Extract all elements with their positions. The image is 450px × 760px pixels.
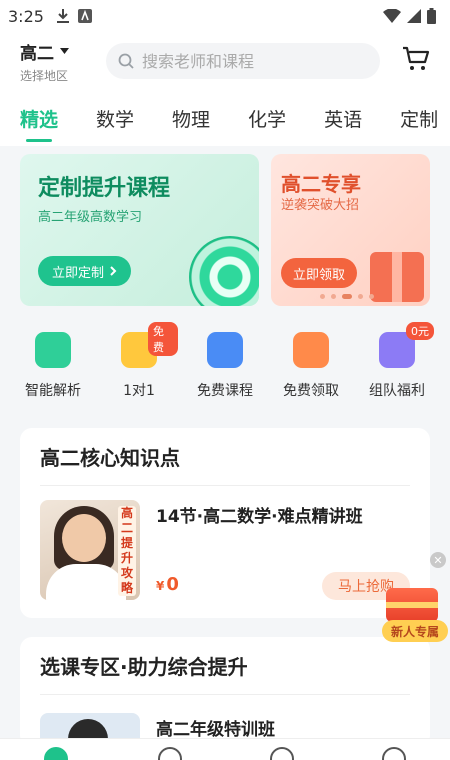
divider [40, 694, 410, 695]
course-title[interactable]: 高二年级特训班 [156, 715, 275, 740]
top-header: 高二 选择地区 [0, 32, 450, 90]
course-nav-icon[interactable] [158, 747, 182, 760]
grade-label: 高二 [20, 43, 54, 64]
study-nav-icon[interactable] [270, 747, 294, 760]
free-badge: 免费 [148, 322, 178, 356]
tab-physics[interactable]: 物理 [172, 105, 210, 132]
course-price: ¥0 [156, 574, 179, 595]
quick-entry-one-on-one[interactable]: 免费 1对1 [100, 322, 178, 400]
quick-entry-smart-analysis[interactable]: 智能解析 [14, 326, 92, 400]
tab-chemistry[interactable]: 化学 [248, 105, 286, 132]
quick-entry-label: 组队福利 [369, 383, 425, 399]
promo-label: 新人专属 [382, 620, 448, 642]
cart-icon [403, 46, 430, 70]
section-title: 选课专区·助力综合提升 [40, 655, 248, 679]
banner-carousel[interactable]: 定制提升课程 高二年级高数学习 立即定制 高二专享 逆袭突破大招 立即领取 [20, 154, 430, 306]
carousel-indicators [320, 294, 374, 299]
download-icon [56, 9, 69, 23]
quick-entry-team-benefits[interactable]: 0元 组队福利 [358, 322, 436, 400]
banner2-subtitle: 逆袭突破大招 [281, 198, 360, 213]
carousel-dot-active [342, 294, 352, 299]
signal-icon [407, 9, 421, 23]
zero-yuan-badge: 0元 [406, 322, 434, 340]
tab-math[interactable]: 数学 [96, 105, 134, 132]
chevron-right-icon [110, 266, 117, 276]
divider [40, 485, 410, 486]
search-bar[interactable] [106, 43, 380, 79]
caret-down-icon [60, 48, 69, 54]
quick-entry-grid: 智能解析 免费 1对1 免费课程 免费领取 0元 组队福利 [0, 322, 450, 400]
status-bar: 3:25 [0, 0, 450, 32]
profile-nav-icon[interactable] [382, 747, 406, 760]
quick-entry-label: 智能解析 [25, 383, 81, 399]
wifi-icon [383, 9, 401, 23]
grade-exclusive-banner[interactable]: 高二专享 逆袭突破大招 立即领取 [271, 154, 430, 306]
smart-analysis-icon [35, 332, 71, 368]
battery-icon [427, 8, 436, 24]
course-selection-section: 选课专区·助力综合提升 高二年级特训班 [20, 637, 430, 759]
course-title: 14节·高二数学·难点精讲班 [156, 507, 363, 527]
quick-entry-label: 免费领取 [283, 383, 339, 399]
customize-now-label: 立即定制 [52, 265, 105, 281]
app-notification-icon [77, 9, 92, 23]
banner2-title: 高二专享 [281, 172, 361, 196]
region-selector[interactable]: 高二 选择地区 [20, 39, 100, 84]
carousel-dot [358, 294, 363, 299]
carousel-dot [320, 294, 325, 299]
customize-now-button[interactable]: 立即定制 [38, 256, 132, 286]
quick-entry-free-claim[interactable]: 免费领取 [272, 326, 350, 400]
quick-entry-label: 1对1 [123, 383, 155, 399]
new-user-promo[interactable]: 新人专属 [382, 588, 448, 648]
quick-entry-label: 免费课程 [197, 383, 253, 399]
folder-icon [293, 332, 329, 368]
banner-title: 定制提升课程 [38, 176, 171, 201]
custom-course-banner[interactable]: 定制提升课程 高二年级高数学习 立即定制 [20, 154, 259, 306]
course-item[interactable]: 高二提升攻略 14节·高二数学·难点精讲班 ¥0 马上抢购 [40, 500, 410, 600]
claim-now-button[interactable]: 立即领取 [281, 258, 358, 288]
thumbnail-teacher-face [62, 514, 106, 562]
thumbnail-teacher-body [46, 564, 126, 600]
close-promo-button[interactable]: ✕ [430, 552, 446, 568]
search-icon [118, 53, 134, 69]
search-input[interactable] [142, 51, 362, 71]
banner-subtitle: 高二年级高数学习 [38, 210, 143, 225]
carousel-dot [369, 294, 374, 299]
cart-button[interactable] [402, 46, 430, 76]
tab-featured[interactable]: 精选 [20, 105, 58, 142]
carousel-dot [331, 294, 336, 299]
thumbnail-caption: 高二提升攻略 [118, 506, 136, 596]
tab-custom[interactable]: 定制 [400, 105, 438, 132]
section-title: 高二核心知识点 [40, 446, 180, 470]
price-value: 0 [166, 574, 179, 595]
status-time: 3:25 [8, 6, 44, 26]
bottom-navigation [0, 738, 450, 760]
quick-entry-free-courses[interactable]: 免费课程 [186, 326, 264, 400]
red-envelope-icon [386, 588, 438, 622]
region-label: 选择地区 [20, 68, 69, 83]
course-thumbnail: 高二提升攻略 [40, 500, 140, 600]
target-illustration [189, 236, 259, 306]
core-knowledge-section: 高二核心知识点 高二提升攻略 14节·高二数学·难点精讲班 ¥0 马上抢购 [20, 428, 430, 618]
video-play-icon [207, 332, 243, 368]
tab-english[interactable]: 英语 [324, 105, 362, 132]
home-nav-icon[interactable] [44, 747, 68, 760]
subject-tabs: 精选 数学 物理 化学 英语 定制 [0, 90, 450, 146]
gift-box-illustration [370, 252, 424, 302]
currency-symbol: ¥ [156, 579, 165, 593]
